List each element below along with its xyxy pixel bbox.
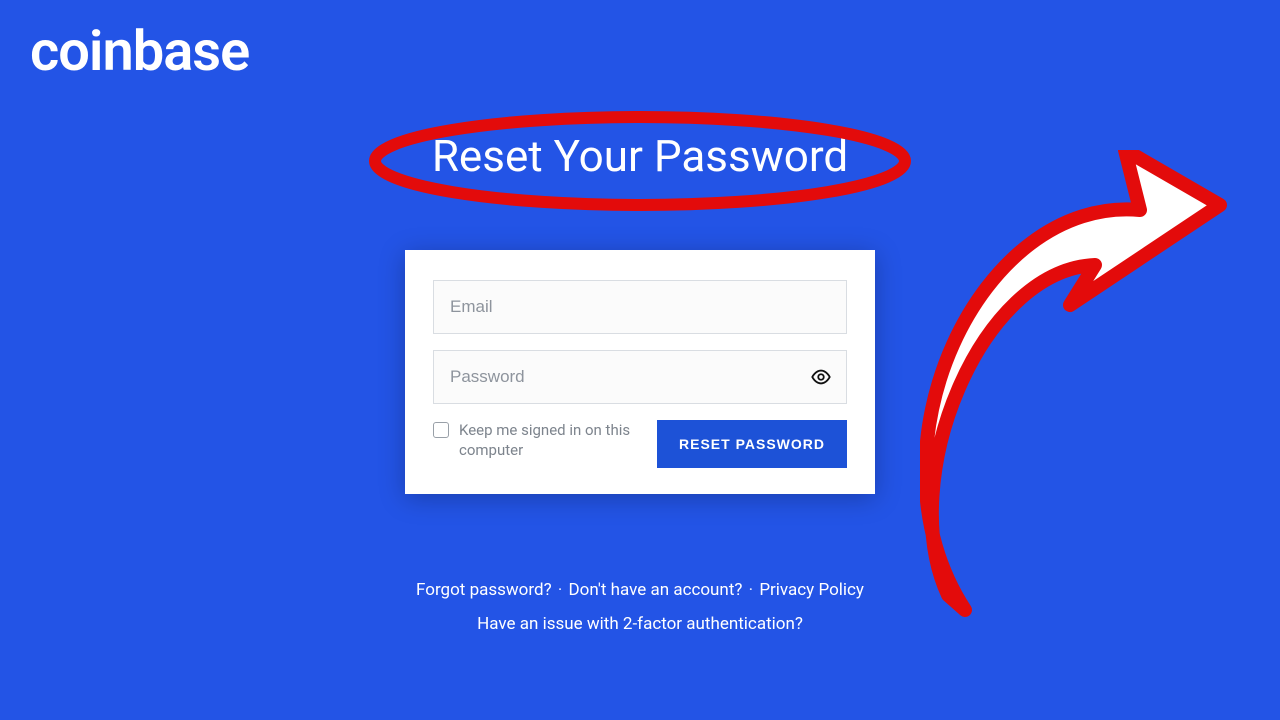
page-title: Reset Your Password [432,130,848,182]
two-factor-help-link[interactable]: Have an issue with 2-factor authenticati… [477,614,803,634]
signup-link[interactable]: Don't have an account? [569,580,743,600]
keep-signed-in-checkbox[interactable] [433,422,449,438]
privacy-policy-link[interactable]: Privacy Policy [759,580,864,600]
footer-links: Forgot password? · Don't have an account… [290,580,990,634]
keep-signed-in-label: Keep me signed in on this computer [459,420,643,461]
reset-password-button[interactable]: RESET PASSWORD [657,420,847,468]
annotation-arrow [920,150,1240,620]
separator: · [749,580,753,600]
password-field-wrap [433,350,847,404]
email-field[interactable] [450,297,830,317]
forgot-password-link[interactable]: Forgot password? [416,580,552,600]
password-field[interactable] [450,367,830,387]
separator: · [558,580,562,600]
brand-logo: coinbase [30,18,249,84]
email-field-wrap [433,280,847,334]
reset-card: Keep me signed in on this computer RESET… [405,250,875,494]
keep-signed-in[interactable]: Keep me signed in on this computer [433,420,643,461]
toggle-password-visibility-icon[interactable] [810,366,832,388]
